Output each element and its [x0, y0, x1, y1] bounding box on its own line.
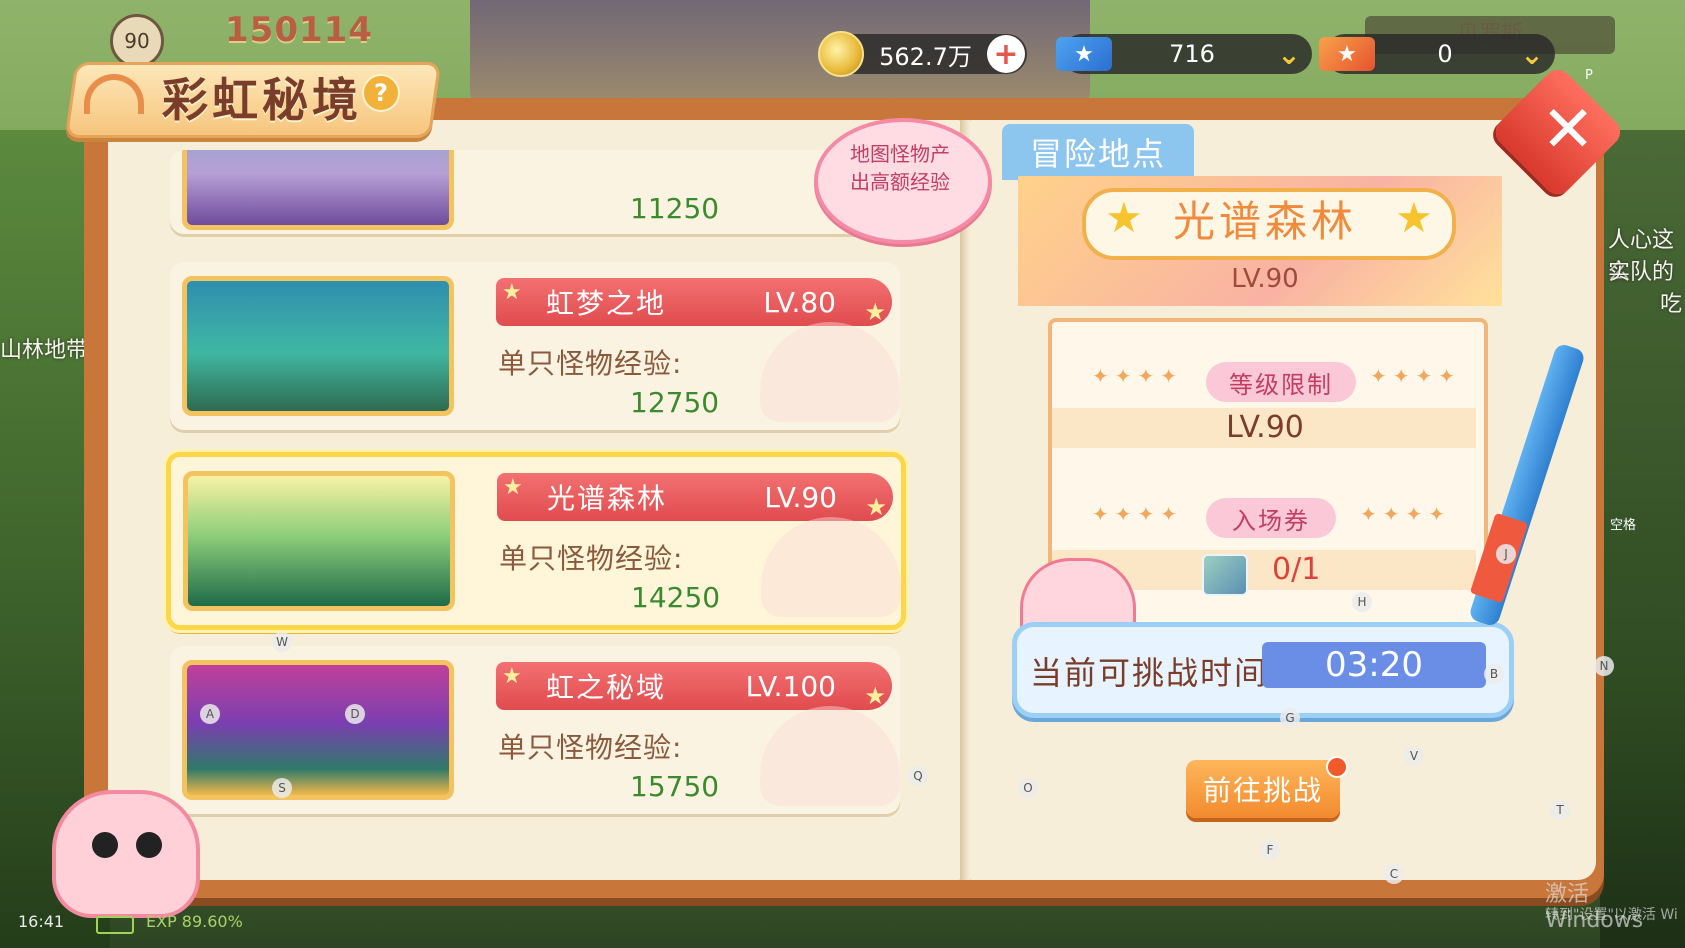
coin-value: 562.7万: [879, 42, 972, 71]
location-level: LV.90: [1231, 264, 1299, 294]
bunny-watermark: [760, 706, 900, 806]
area-exp-value: 14250: [631, 581, 721, 614]
area-exp-label: 单只怪物经验:: [499, 542, 684, 575]
challenge-time-label: 当前可挑战时间: [1030, 654, 1269, 692]
hotkey-marker: W: [272, 632, 292, 652]
page-title: 彩虹秘境: [162, 73, 362, 127]
ticket-count: 0/1: [1272, 552, 1321, 587]
hotkey-marker: G: [1280, 708, 1300, 728]
mascot-eye: [136, 832, 162, 858]
add-coin-button[interactable]: +: [987, 35, 1025, 73]
side-text-right-2: 实队的: [1608, 260, 1675, 285]
hotkey-marker: J: [1496, 544, 1516, 564]
area-level: LV.100: [745, 669, 836, 703]
chevron-down-icon[interactable]: ⌄: [1272, 37, 1306, 71]
coin-counter: 562.7万 +: [818, 31, 1027, 77]
orange-ticket-counter: ★ 0 ⌄: [1319, 34, 1555, 74]
cat-mascot-button[interactable]: [52, 790, 200, 918]
location-name: 光谱森林: [1172, 197, 1357, 246]
area-card[interactable]: 11250: [170, 150, 900, 234]
hotkey-marker: S: [272, 778, 292, 798]
challenge-time-value: 03:20: [1325, 645, 1423, 685]
hotkey-marker: H: [1352, 592, 1372, 612]
exp-ticket-icon[interactable]: [1202, 554, 1248, 596]
hotkey-marker: D: [345, 704, 365, 724]
hotkey-marker: C: [1384, 864, 1404, 884]
player-level-badge[interactable]: 90: [110, 14, 164, 68]
area-name: 光谱森林: [547, 482, 668, 515]
area-name: 虹梦之地: [546, 287, 667, 320]
area-thumbnail: [182, 150, 454, 230]
level-limit-label: 等级限制: [1206, 362, 1356, 402]
star-icon: ★: [502, 280, 522, 305]
star-icon: ★: [864, 682, 886, 710]
go-challenge-button[interactable]: 前往挑战: [1186, 760, 1340, 818]
decor-dots: ✦✦✦✦: [1092, 364, 1184, 388]
hotkey-marker: T: [1550, 800, 1570, 820]
power-value: 150114: [225, 10, 373, 50]
mascot-eye: [92, 832, 118, 858]
status-exp: EXP 89.60%: [146, 912, 243, 931]
area-exp-value: 11250: [630, 192, 720, 225]
hotkey-marker: O: [1018, 778, 1038, 798]
exp-hint-line-1: 地图怪物产: [850, 142, 950, 166]
decor-dots: ✦✦✦✦: [1092, 502, 1184, 526]
windows-watermark-line-2: 转到"设置"以激活 Wi: [1545, 907, 1678, 923]
level-limit-value: LV.90: [1226, 410, 1304, 445]
side-text-left: 山林地带: [0, 338, 89, 363]
hotkey-marker: Q: [908, 766, 928, 786]
battery-icon: [96, 916, 134, 934]
chevron-down-icon[interactable]: ⌄: [1515, 37, 1549, 71]
notification-dot: [1326, 756, 1348, 778]
area-exp-value: 15750: [630, 770, 720, 803]
player-level: 90: [124, 29, 150, 53]
area-exp-value: 12750: [630, 386, 720, 419]
hotkey-marker: F: [1260, 840, 1280, 860]
exp-hint-text: 地图怪物产 出高额经验: [830, 140, 970, 196]
close-icon[interactable]: ✕: [1528, 90, 1608, 170]
star-icon: ★: [865, 493, 887, 521]
area-level: LV.80: [763, 285, 836, 319]
area-thumbnail: [183, 471, 455, 611]
ticket-label: 入场券: [1206, 498, 1336, 538]
star-icon: ★: [503, 475, 523, 500]
exp-hint-line-2: 出高额经验: [850, 170, 950, 194]
hotkey-space-label: 空格: [1610, 518, 1637, 533]
tab-adventure-location[interactable]: 冒险地点: [1002, 124, 1194, 180]
hotkey-marker: A: [200, 704, 220, 724]
blue-ticket-icon: ★: [1056, 37, 1112, 71]
area-thumbnail: [182, 660, 454, 800]
decor-dots: ✦✦✦✦: [1360, 502, 1452, 526]
area-name: 虹之秘域: [546, 671, 667, 704]
area-thumbnail: [182, 276, 454, 416]
orange-ticket-value: 0: [1437, 40, 1453, 68]
book-spine: [960, 120, 970, 880]
coin-icon: [818, 31, 864, 77]
side-text-right-3: 吃: [1660, 292, 1683, 317]
star-icon: ★: [502, 664, 522, 689]
area-exp-label: 单只怪物经验:: [498, 731, 683, 764]
help-icon[interactable]: ?: [362, 74, 400, 112]
area-name-bar: ★ 虹之秘域 LV.100 ★: [496, 662, 892, 710]
area-name-bar: ★ 光谱森林 LV.90 ★: [497, 473, 893, 521]
hotkey-marker: V: [1404, 746, 1424, 766]
bunny-watermark: [761, 517, 901, 617]
bunny-watermark: [760, 322, 900, 422]
hotkey-marker: N: [1594, 656, 1614, 676]
star-icon: ★: [864, 298, 886, 326]
decor-dots: ✦✦✦✦: [1370, 364, 1462, 388]
blue-ticket-value: 716: [1169, 40, 1215, 68]
blue-ticket-counter: ★ 716 ⌄: [1056, 34, 1312, 74]
orange-ticket-icon: ★: [1319, 37, 1375, 71]
area-card-selected[interactable]: ★ 光谱森林 LV.90 ★ 单只怪物经验: 14250: [166, 452, 906, 630]
status-time: 16:41: [18, 912, 65, 931]
area-exp-label: 单只怪物经验:: [498, 347, 683, 380]
hotkey-p-label: P: [1585, 68, 1593, 83]
area-name-bar: ★ 虹梦之地 LV.80 ★: [496, 278, 892, 326]
area-level: LV.90: [764, 480, 837, 514]
hotkey-marker: B: [1484, 664, 1504, 684]
area-card[interactable]: ★ 虹梦之地 LV.80 ★ 单只怪物经验: 12750: [170, 262, 900, 430]
